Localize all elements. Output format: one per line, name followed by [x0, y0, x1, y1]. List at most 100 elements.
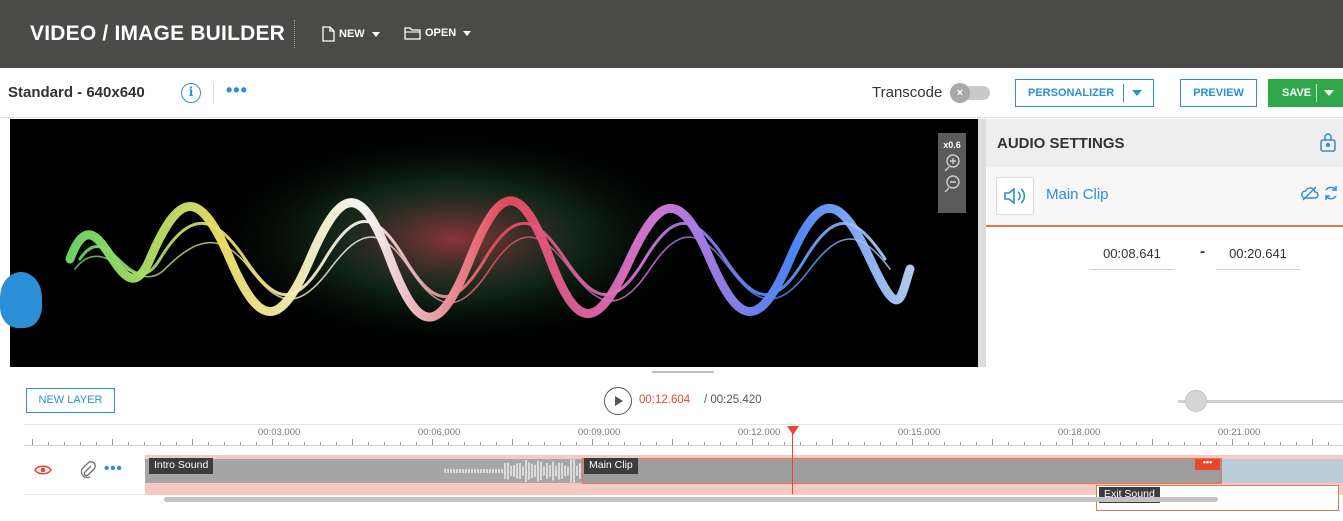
cloud-off-icon[interactable] — [1301, 185, 1319, 201]
ruler-tick — [400, 442, 401, 445]
ruler-tick — [992, 439, 993, 445]
ruler-label: 00:06.000 — [418, 427, 461, 438]
ruler-tick — [1296, 442, 1297, 445]
ruler-tick — [240, 442, 241, 445]
ruler-tick — [1200, 442, 1201, 445]
ruler-tick — [1072, 439, 1073, 445]
ruler-tick — [880, 442, 881, 445]
playhead[interactable] — [792, 430, 793, 494]
transcode-toggle[interactable]: × — [950, 83, 990, 103]
audio-settings-panel: AUDIO SETTINGS Main Clip 00:08.641 - 00:… — [978, 119, 1343, 367]
ruler-tick — [256, 442, 257, 445]
ruler-tick — [592, 439, 593, 445]
chevron-down-icon — [463, 30, 472, 36]
ruler-tick — [624, 442, 625, 445]
music-library-icon[interactable] — [1319, 133, 1337, 153]
chevron-down-icon — [1324, 90, 1334, 96]
ruler-tick — [528, 442, 529, 445]
ruler-tick — [816, 442, 817, 445]
ruler-tick — [1056, 442, 1057, 445]
paperclip-icon[interactable] — [80, 461, 96, 479]
speaker-button[interactable] — [996, 177, 1034, 215]
ruler-tick — [304, 442, 305, 445]
personalizer-button[interactable]: PERSONALIZER — [1015, 79, 1154, 107]
timeline-scrollbar[interactable] — [164, 497, 1218, 502]
preview-button[interactable]: PREVIEW — [1180, 79, 1257, 107]
ruler-tick — [1152, 439, 1153, 445]
chat-bubble-icon[interactable] — [0, 272, 42, 328]
ruler-label: 00:03.000 — [258, 427, 301, 438]
ruler-tick — [1088, 442, 1089, 445]
ruler-tick — [768, 442, 769, 445]
panel-title: AUDIO SETTINGS — [997, 135, 1125, 152]
more-options-icon[interactable]: ••• — [226, 80, 248, 101]
ruler-tick — [544, 442, 545, 445]
ruler-tick — [608, 442, 609, 445]
eye-icon[interactable] — [34, 464, 52, 476]
new-menu-label: NEW — [339, 28, 365, 40]
start-time-input[interactable]: 00:08.641 — [1090, 246, 1174, 270]
ruler-tick — [416, 442, 417, 445]
timeline-ruler[interactable]: 00:03.000 00:06.000 00:09.000 00:12.000 00:1… — [24, 424, 1343, 446]
zoom-in-icon[interactable] — [943, 153, 961, 171]
ruler-tick — [800, 442, 801, 445]
ruler-tick — [96, 442, 97, 445]
zoom-out-icon[interactable] — [943, 174, 961, 192]
ruler-tick — [1328, 442, 1329, 445]
ruler-tick — [1184, 442, 1185, 445]
ruler-tick — [928, 442, 929, 445]
replace-icon[interactable] — [1323, 185, 1339, 201]
ruler-tick — [1104, 442, 1105, 445]
ruler-tick — [288, 442, 289, 445]
app-header: VIDEO / IMAGE BUILDER NEW OPEN — [0, 0, 1343, 68]
new-layer-button[interactable]: NEW LAYER — [26, 388, 115, 413]
preset-name: Standard - 640x640 — [8, 84, 145, 101]
ruler-label: 00:09.000 — [578, 427, 621, 438]
ruler-tick — [272, 439, 273, 445]
save-button[interactable]: SAVE — [1268, 79, 1343, 107]
ruler-tick — [208, 442, 209, 445]
ruler-tick — [1312, 439, 1313, 445]
ruler-tick — [1248, 442, 1249, 445]
open-menu[interactable]: OPEN — [404, 26, 472, 40]
ruler-label: 00:18.000 — [1058, 427, 1101, 438]
header-divider — [294, 20, 295, 48]
ruler-tick — [976, 442, 977, 445]
audio-clip-row[interactable]: Main Clip — [986, 167, 1343, 227]
personalizer-label: PERSONALIZER — [1028, 87, 1115, 99]
ruler-tick — [944, 442, 945, 445]
ruler-tick — [912, 439, 913, 445]
ruler-label: 00:21.000 — [1218, 427, 1261, 438]
clip-name: Main Clip — [1046, 186, 1109, 203]
main-clip[interactable] — [582, 458, 1222, 484]
editor-toolbar: Standard - 640x640 i ••• Transcode × PER… — [0, 68, 1343, 118]
ruler-tick — [368, 442, 369, 445]
track-empty-region — [1220, 459, 1343, 483]
play-button[interactable] — [604, 387, 632, 415]
chevron-down-icon — [1131, 90, 1142, 96]
ruler-tick — [576, 442, 577, 445]
info-icon[interactable]: i — [181, 83, 201, 103]
intro-sound-label: Intro Sound — [149, 458, 214, 474]
panel-resize-handle[interactable] — [652, 371, 714, 373]
clip-menu-icon[interactable]: ••• — [1195, 458, 1220, 470]
ruler-label: 00:15.000 — [898, 427, 941, 438]
ruler-tick — [128, 442, 129, 445]
transcode-label: Transcode — [872, 84, 943, 101]
speaker-icon — [1004, 187, 1026, 205]
canvas-preview[interactable] — [10, 119, 978, 367]
clip-actions — [1301, 185, 1339, 201]
personalizer-dropdown[interactable] — [1123, 84, 1149, 102]
ruler-tick — [848, 442, 849, 445]
timeline-zoom-handle[interactable] — [1185, 390, 1207, 412]
ruler-tick — [496, 442, 497, 445]
end-time-input[interactable]: 00:20.641 — [1216, 246, 1300, 270]
playhead-marker[interactable] — [787, 426, 799, 435]
layer-menu-icon[interactable]: ••• — [104, 460, 123, 477]
ruler-tick — [192, 439, 193, 445]
new-menu[interactable]: NEW — [321, 26, 380, 42]
total-time: / 00:25.420 — [704, 394, 762, 406]
ruler-tick — [384, 442, 385, 445]
ruler-label: 00:12.000 — [738, 427, 781, 438]
save-dropdown[interactable] — [1316, 84, 1334, 102]
